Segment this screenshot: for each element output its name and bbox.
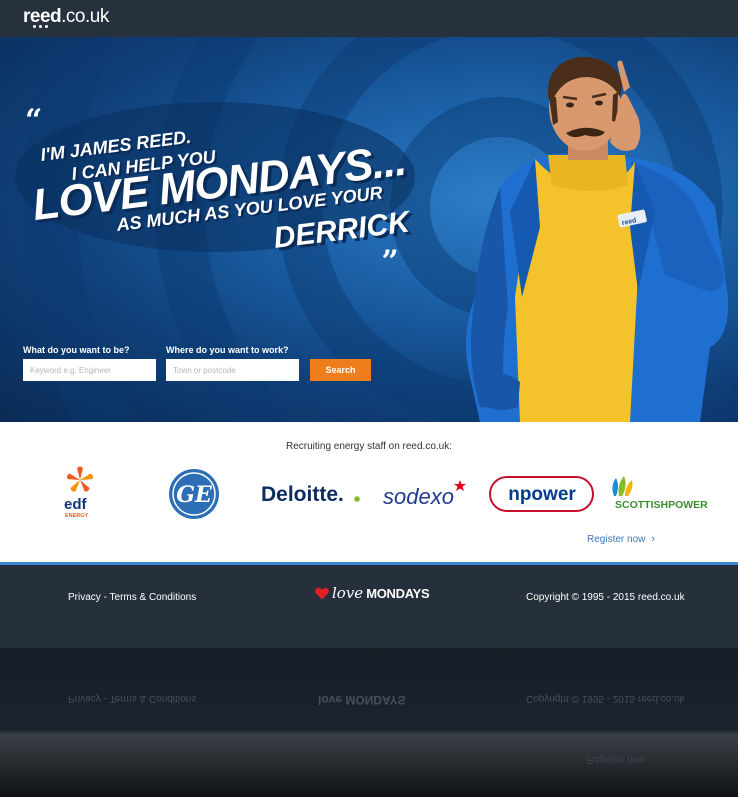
search-button[interactable]: Search [310, 359, 371, 381]
deloitte-logo: Deloitte. [260, 466, 362, 522]
logo-suffix: .co.uk [61, 6, 109, 27]
clients-section: Recruiting energy staff on reed.co.uk: e… [0, 422, 738, 562]
scottishpower-logo: SCOTTISHPOWER [608, 466, 714, 522]
edf-energy-logo: edf ENERGY [58, 466, 104, 522]
keyword-input[interactable] [23, 359, 156, 381]
terms-link[interactable]: Terms & Conditions [110, 592, 197, 603]
scottishpower-wordmark: SCOTTISHPOWER [615, 499, 708, 511]
ge-logo: GE [168, 466, 220, 522]
footer: Privacy - Terms & Conditions love MONDAY… [0, 565, 738, 648]
james-reed-photo: reed [466, 56, 729, 422]
chevron-right-icon: › [651, 533, 656, 545]
npower-logo: npower [488, 466, 596, 522]
quote-open: “ [25, 103, 43, 138]
top-bar: reed.co.uk [0, 0, 738, 37]
location-input[interactable] [166, 359, 299, 381]
register-now-label: Register now [587, 534, 646, 545]
where-label: Where do you want to work? [166, 345, 289, 355]
sodexo-wordmark: sodexo [383, 484, 454, 509]
what-label: What do you want to be? [23, 345, 130, 355]
love-mondays-logo[interactable]: love MONDAYS [315, 584, 430, 602]
edf-energy-text: ENERGY [65, 513, 89, 519]
footer-separator: - [100, 592, 110, 603]
ge-wordmark: GE [176, 482, 213, 508]
logo-main: reed [23, 6, 62, 27]
quote-close: „ [382, 227, 400, 262]
mirrored-register: Register now [587, 754, 646, 765]
privacy-link[interactable]: Privacy [68, 592, 101, 603]
hero-banner: “ I'M JAMES REED. I CAN HELP YOU LOVE MO… [0, 37, 738, 422]
page-reflection: Privacy - Terms & Conditions love MONDAY… [0, 648, 738, 797]
mirrored-footer: Privacy - Terms & Conditions love MONDAY… [68, 693, 685, 707]
edf-wordmark: edf [64, 496, 88, 513]
deloitte-wordmark: Deloitte. [261, 483, 344, 506]
npower-wordmark: npower [508, 484, 576, 505]
footer-links: Privacy - Terms & Conditions [68, 592, 196, 603]
logo-dots [33, 25, 48, 28]
register-now-link[interactable]: Register now › [587, 533, 655, 545]
heart-icon [315, 587, 329, 599]
mondays-text: MONDAYS [366, 585, 430, 601]
love-text: love [332, 584, 364, 602]
copyright-text: Copyright © 1995 - 2015 reed.co.uk [526, 592, 685, 603]
clients-heading: Recruiting energy staff on reed.co.uk: [285, 441, 453, 452]
sodexo-logo: sodexo [382, 466, 474, 522]
